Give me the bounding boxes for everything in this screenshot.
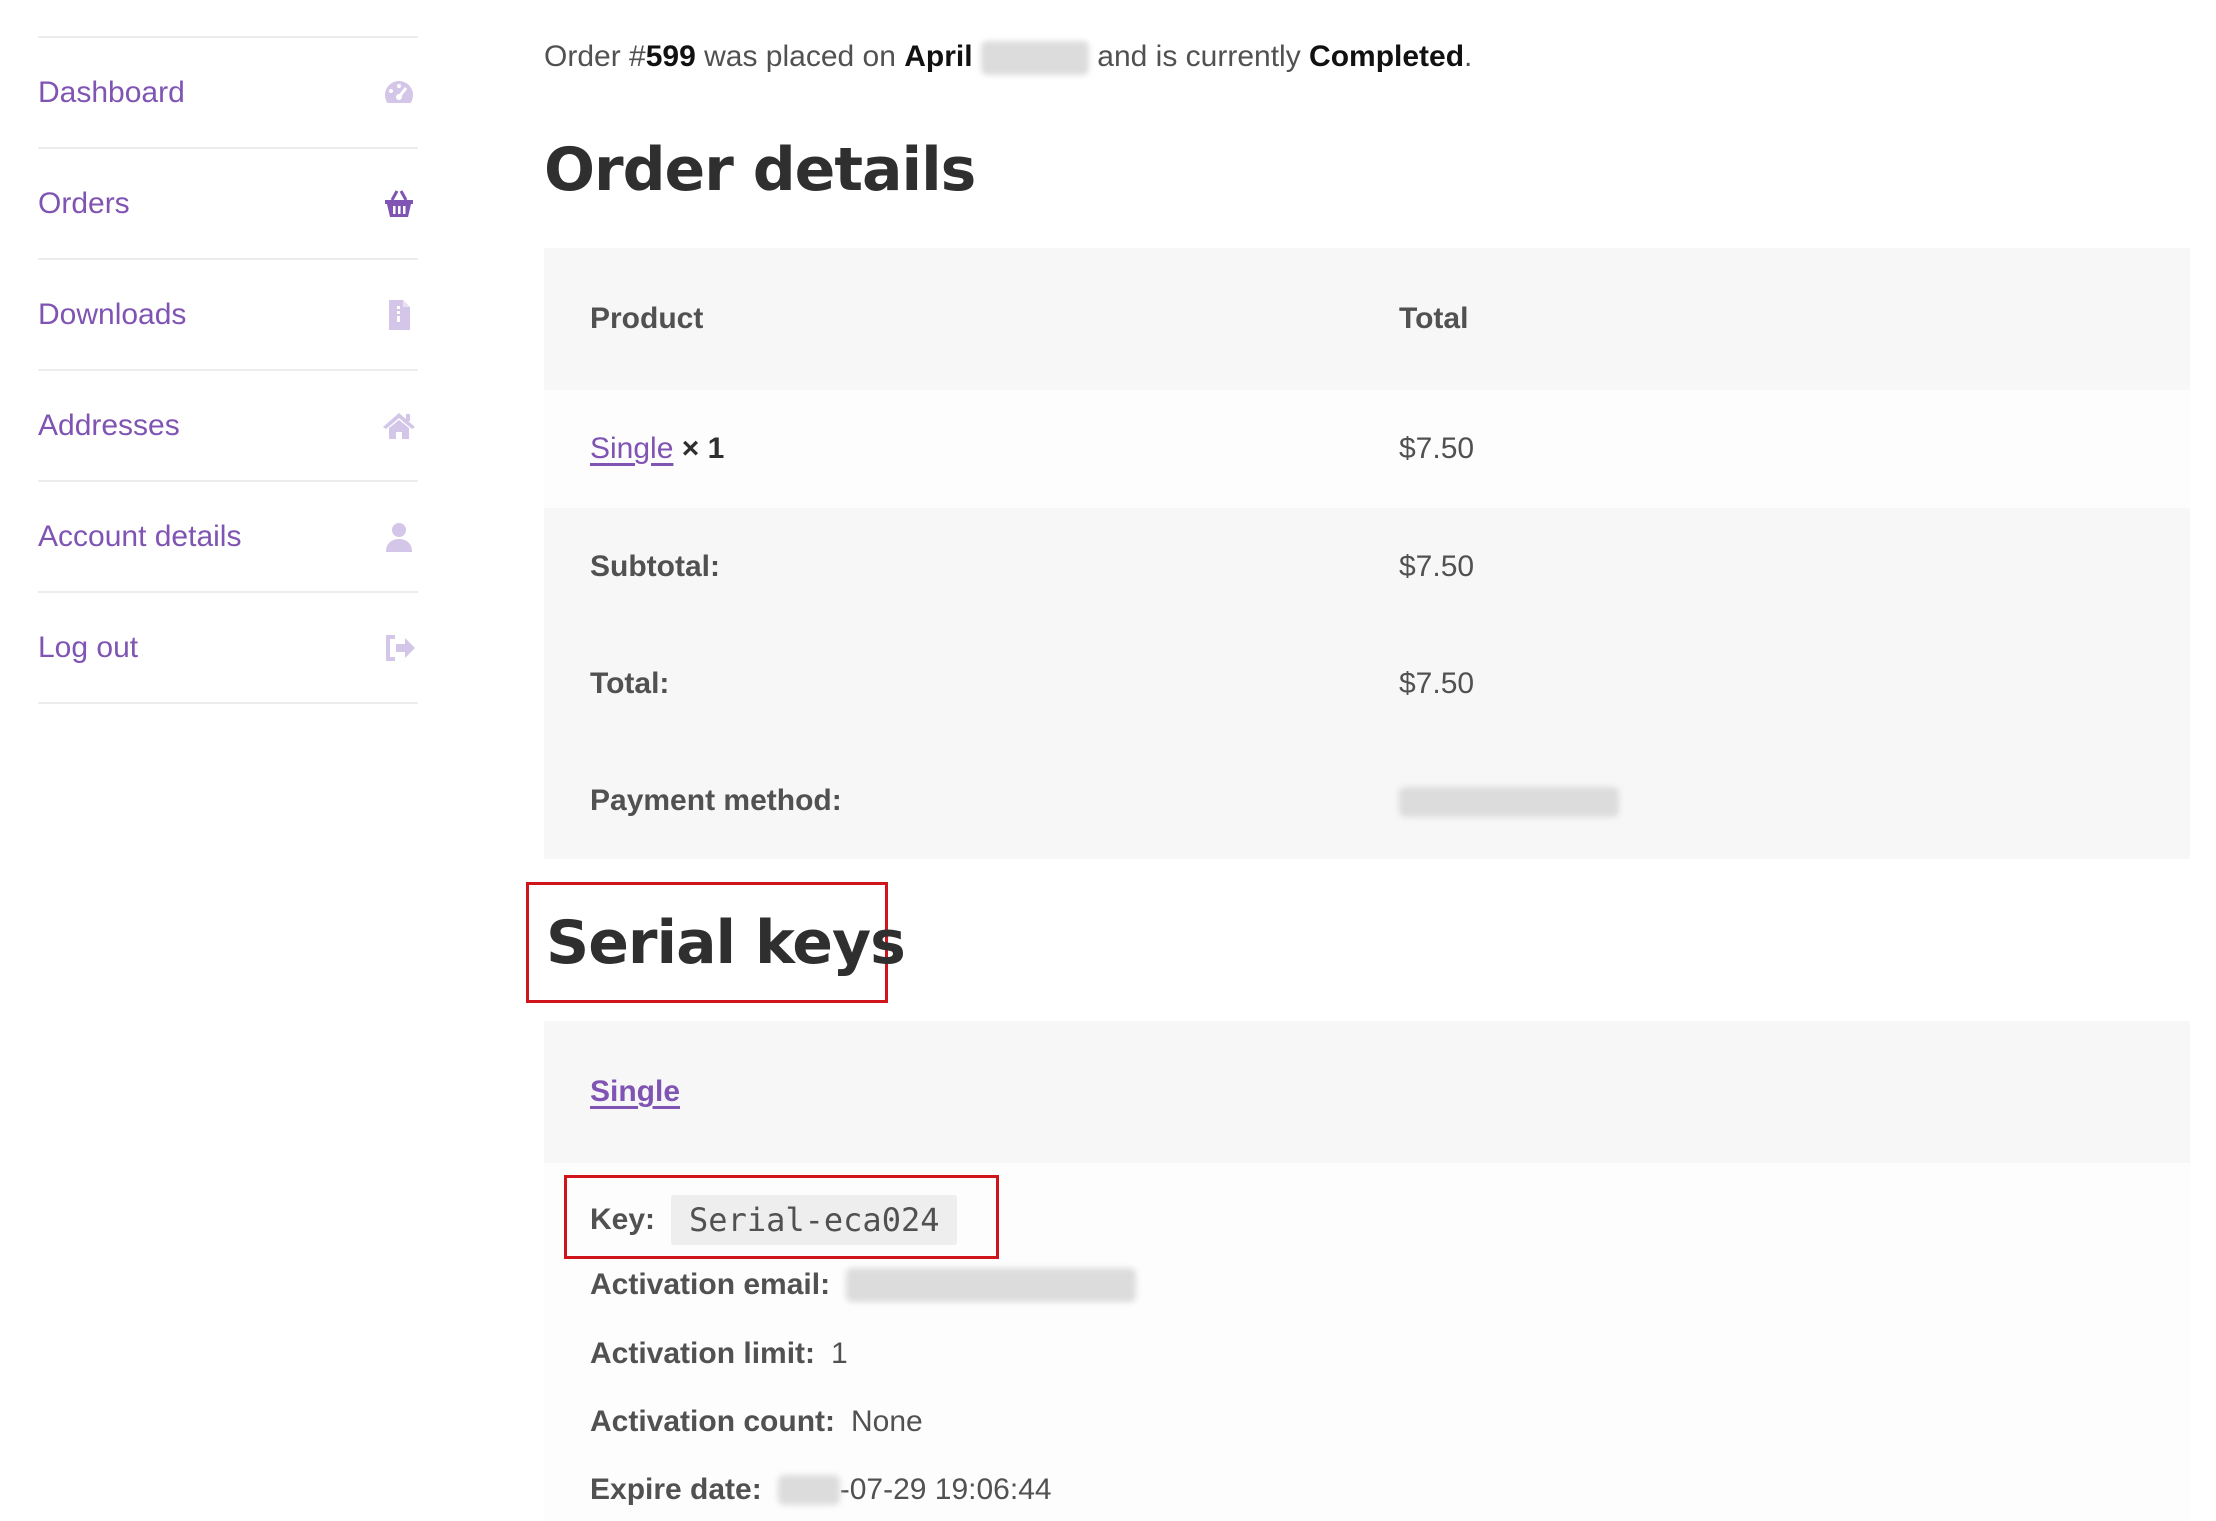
order-details-title: Order details	[544, 135, 976, 205]
blurred-payment-method	[1399, 786, 1619, 817]
serial-product-row: Single	[544, 1021, 2190, 1163]
expire-date-row: Expire date: -07-29 19:06:44	[590, 1473, 1052, 1507]
table-header-row: Product Total	[544, 248, 2190, 390]
nav-item-downloads[interactable]: Downloads	[38, 260, 418, 371]
serial-key-value[interactable]: Serial-eca024	[671, 1195, 958, 1245]
order-status-notice: Order #599 was placed on April and is cu…	[544, 40, 1473, 76]
column-header-product: Product	[590, 302, 704, 335]
subtotal-label: Subtotal:	[590, 549, 720, 583]
product-total: $7.50	[1399, 432, 1475, 465]
user-icon	[380, 518, 418, 556]
home-icon	[380, 407, 418, 445]
nav-item-dashboard[interactable]: Dashboard	[38, 38, 418, 149]
order-status: Completed	[1309, 40, 1465, 73]
nav-item-addresses[interactable]: Addresses	[38, 371, 418, 482]
expire-date-label: Expire date:	[590, 1473, 762, 1506]
nav-label-downloads: Downloads	[38, 297, 187, 331]
serial-product-link[interactable]: Single	[590, 1075, 680, 1109]
payment-method-label: Payment method:	[590, 783, 842, 817]
notice-placed-on: was placed on	[695, 40, 905, 73]
nav-label-log-out: Log out	[38, 630, 139, 664]
serial-details: Key: Serial-eca024 Activation email: Act…	[544, 1163, 2190, 1521]
table-row-subtotal: Subtotal: $7.50	[544, 508, 2190, 625]
product-quantity: × 1	[681, 432, 725, 465]
nav-item-orders[interactable]: Orders	[38, 149, 418, 260]
nav-item-log-out[interactable]: Log out	[38, 593, 418, 704]
blurred-activation-email	[846, 1268, 1137, 1302]
total-value: $7.50	[1399, 666, 1475, 700]
table-row-total: Total: $7.50	[544, 625, 2190, 742]
activation-count-row: Activation count: None	[590, 1405, 923, 1439]
activation-count-value: None	[851, 1405, 923, 1438]
activation-count-label: Activation count:	[590, 1405, 835, 1438]
logout-icon	[380, 629, 418, 667]
product-cell: Single × 1	[544, 432, 1399, 466]
column-header-total: Total	[1399, 302, 1469, 335]
activation-email-label: Activation email:	[590, 1268, 831, 1301]
order-date-month: April	[904, 40, 973, 73]
order-details-table: Product Total Single × 1 $7.50 Subtotal:…	[544, 248, 2190, 859]
serial-key-row: Key: Serial-eca024	[590, 1195, 958, 1245]
notice-status-text: and is currently	[1088, 40, 1310, 73]
dashboard-icon	[380, 74, 418, 112]
nav-label-addresses: Addresses	[38, 408, 180, 442]
table-row-payment-method: Payment method:	[544, 742, 2190, 859]
serial-keys-table: Single Key: Serial-eca024 Activation ema…	[544, 1021, 2190, 1521]
blurred-expire-year	[777, 1475, 840, 1505]
activation-limit-row: Activation limit: 1	[590, 1337, 848, 1371]
notice-suffix: .	[1464, 40, 1473, 73]
activation-email-row: Activation email:	[590, 1268, 1137, 1302]
expire-date-value: -07-29 19:06:44	[839, 1473, 1052, 1506]
basket-icon	[380, 185, 418, 223]
activation-limit-label: Activation limit:	[590, 1337, 816, 1370]
nav-label-orders: Orders	[38, 186, 130, 220]
table-row: Single × 1 $7.50	[544, 390, 2190, 508]
account-navigation: Dashboard Orders Downloads Addresses Acc…	[38, 36, 418, 704]
serial-keys-title: Serial keys	[546, 908, 906, 978]
notice-prefix: Order #	[544, 40, 646, 73]
nav-label-dashboard: Dashboard	[38, 75, 185, 109]
blurred-date	[980, 41, 1089, 76]
nav-label-account-details: Account details	[38, 519, 242, 553]
total-label: Total:	[590, 666, 670, 700]
nav-item-account-details[interactable]: Account details	[38, 482, 418, 593]
product-link[interactable]: Single	[590, 432, 673, 465]
serial-key-label: Key:	[590, 1203, 656, 1236]
activation-limit-value: 1	[831, 1337, 848, 1370]
file-download-icon	[380, 296, 418, 334]
order-number: 599	[645, 40, 696, 73]
subtotal-value: $7.50	[1399, 549, 1475, 583]
payment-method-value	[1399, 784, 2190, 818]
